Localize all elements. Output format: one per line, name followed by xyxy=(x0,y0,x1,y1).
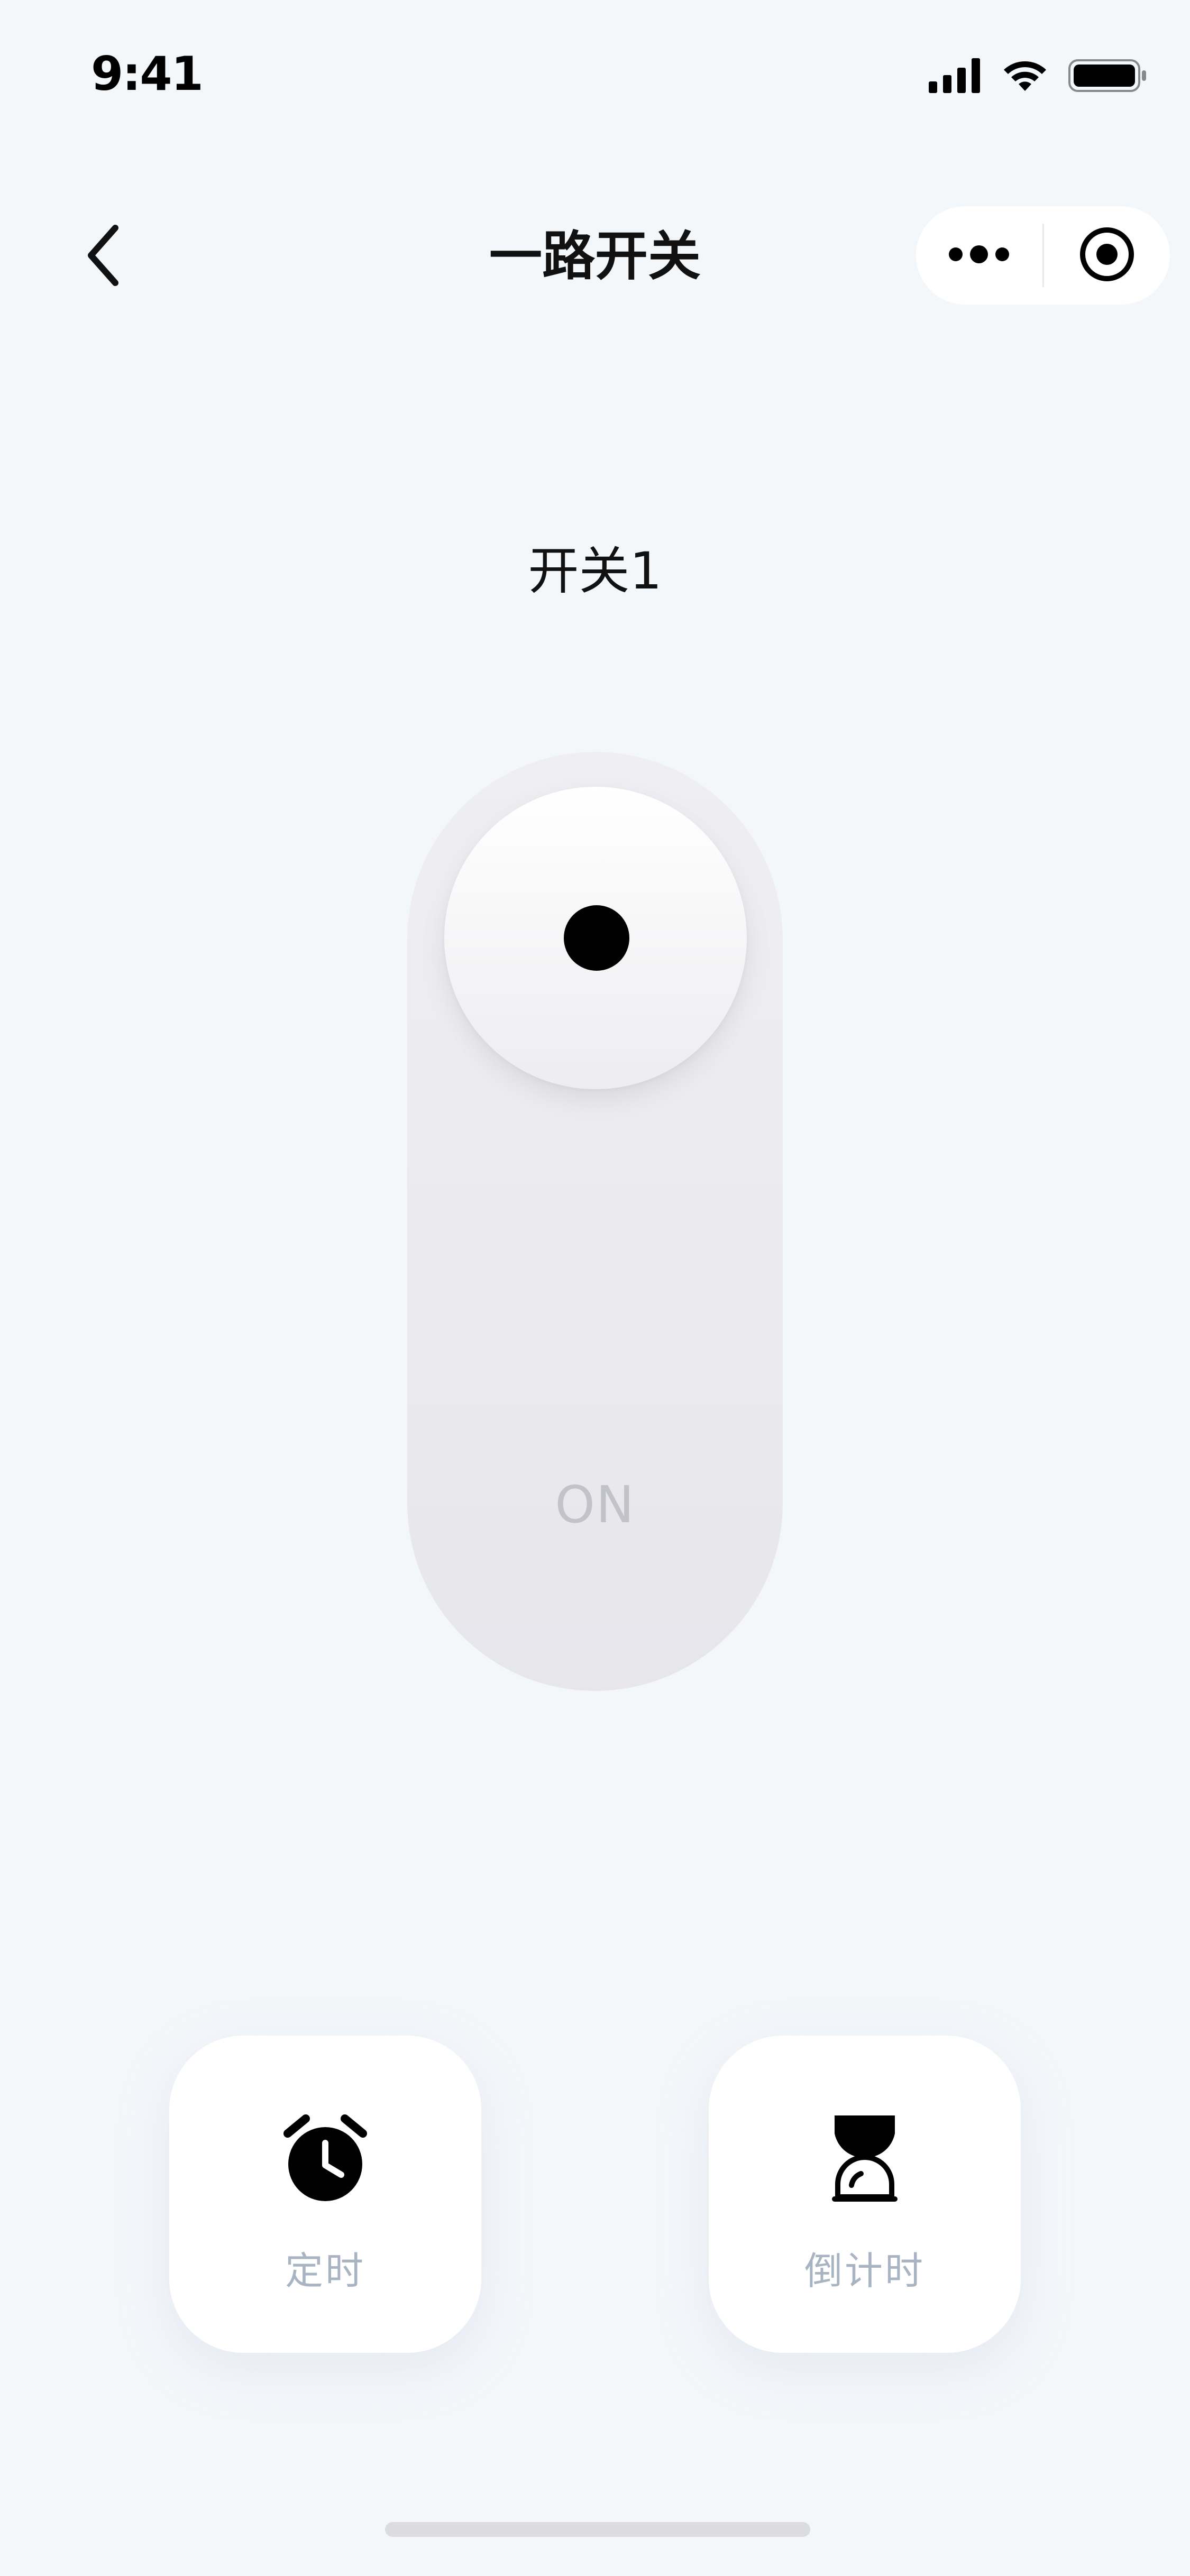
toggle-indicator-dot xyxy=(564,905,629,971)
alarm-clock-icon xyxy=(278,2110,373,2205)
status-icons xyxy=(929,58,1148,95)
countdown-label: 倒计时 xyxy=(804,2249,925,2293)
signal-icon xyxy=(929,58,982,95)
home-indicator xyxy=(385,2522,810,2537)
timer-label: 定时 xyxy=(285,2249,365,2293)
mini-program-capsule xyxy=(916,206,1170,305)
timer-button[interactable]: 定时 xyxy=(169,2036,481,2353)
switch-label: 开关1 xyxy=(528,541,662,601)
countdown-button[interactable]: 倒计时 xyxy=(709,2036,1021,2353)
battery-icon xyxy=(1068,58,1148,95)
toggle-state-text: ON xyxy=(555,1475,635,1534)
hourglass-icon xyxy=(817,2110,912,2205)
device-control-page: 9:41 一路开关 开关1 ON 定时 倒计时 xyxy=(0,0,1190,2576)
more-button[interactable] xyxy=(916,206,1042,305)
close-mini-program-button[interactable] xyxy=(1044,206,1170,305)
wifi-icon xyxy=(1001,58,1049,95)
more-dots-icon xyxy=(947,244,1011,267)
status-time: 9:41 xyxy=(91,47,204,101)
target-circle-icon xyxy=(1078,226,1136,285)
